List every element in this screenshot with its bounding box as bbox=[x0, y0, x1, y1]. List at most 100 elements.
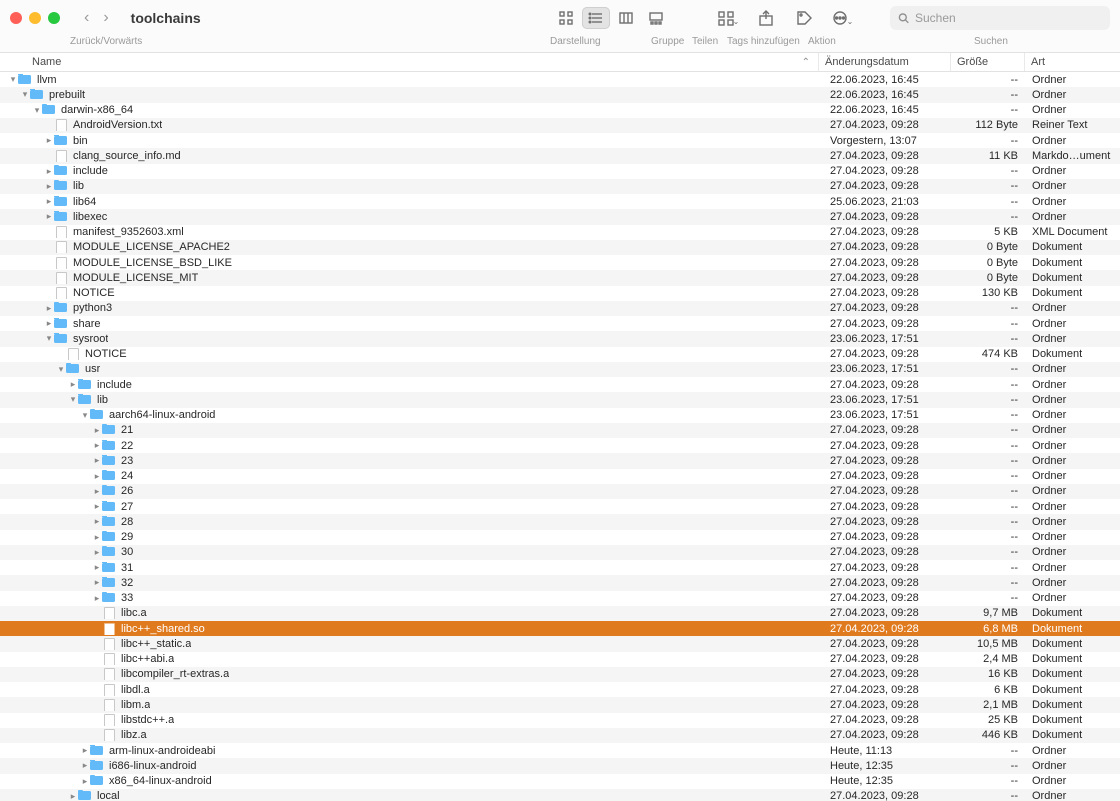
file-row[interactable]: ▸2827.04.2023, 09:28--Ordner bbox=[0, 514, 1120, 529]
file-row[interactable]: ▸share27.04.2023, 09:28--Ordner bbox=[0, 316, 1120, 331]
file-row[interactable]: NOTICE27.04.2023, 09:28474 KBDokument bbox=[0, 347, 1120, 362]
disclose-down-icon[interactable]: ▾ bbox=[80, 410, 90, 421]
disclose-right-icon[interactable]: ▸ bbox=[80, 776, 90, 787]
file-row[interactable]: ▸2327.04.2023, 09:28--Ordner bbox=[0, 453, 1120, 468]
file-row[interactable]: MODULE_LICENSE_MIT27.04.2023, 09:280 Byt… bbox=[0, 270, 1120, 285]
disclose-right-icon[interactable]: ▸ bbox=[44, 166, 54, 177]
file-row[interactable]: ▸2627.04.2023, 09:28--Ordner bbox=[0, 484, 1120, 499]
file-row[interactable]: ▸2127.04.2023, 09:28--Ordner bbox=[0, 423, 1120, 438]
file-row[interactable]: ▸3027.04.2023, 09:28--Ordner bbox=[0, 545, 1120, 560]
file-row[interactable]: libstdc++.a27.04.2023, 09:2825 KBDokumen… bbox=[0, 713, 1120, 728]
file-row[interactable]: ▸binVorgestern, 13:07--Ordner bbox=[0, 133, 1120, 148]
disclose-right-icon[interactable]: ▸ bbox=[92, 593, 102, 604]
disclose-right-icon[interactable]: ▸ bbox=[92, 486, 102, 497]
disclose-right-icon[interactable]: ▸ bbox=[92, 532, 102, 543]
disclose-right-icon[interactable]: ▸ bbox=[80, 760, 90, 771]
disclose-right-icon[interactable]: ▸ bbox=[44, 303, 54, 314]
disclose-down-icon[interactable]: ▾ bbox=[56, 364, 66, 375]
file-row[interactable]: libz.a27.04.2023, 09:28446 KBDokument bbox=[0, 728, 1120, 743]
file-row[interactable]: ▾usr23.06.2023, 17:51--Ordner bbox=[0, 362, 1120, 377]
disclose-right-icon[interactable]: ▸ bbox=[92, 562, 102, 573]
file-row[interactable]: libm.a27.04.2023, 09:282,1 MBDokument bbox=[0, 697, 1120, 712]
file-row[interactable]: ▸2727.04.2023, 09:28--Ordner bbox=[0, 499, 1120, 514]
file-row[interactable]: clang_source_info.md27.04.2023, 09:2811 … bbox=[0, 148, 1120, 163]
file-row[interactable]: ▸2927.04.2023, 09:28--Ordner bbox=[0, 530, 1120, 545]
disclose-right-icon[interactable]: ▸ bbox=[92, 547, 102, 558]
disclose-right-icon[interactable]: ▸ bbox=[68, 379, 78, 390]
disclose-right-icon[interactable]: ▸ bbox=[44, 211, 54, 222]
disclose-right-icon[interactable]: ▸ bbox=[92, 516, 102, 527]
file-row[interactable]: ▾darwin-x86_6422.06.2023, 16:45--Ordner bbox=[0, 103, 1120, 118]
file-row[interactable]: AndroidVersion.txt27.04.2023, 09:28112 B… bbox=[0, 118, 1120, 133]
disclose-down-icon[interactable]: ▾ bbox=[68, 394, 78, 405]
file-row[interactable]: ▸x86_64-linux-androidHeute, 12:35--Ordne… bbox=[0, 774, 1120, 789]
disclose-right-icon[interactable]: ▸ bbox=[92, 577, 102, 588]
file-row[interactable]: ▸2427.04.2023, 09:28--Ordner bbox=[0, 469, 1120, 484]
file-row[interactable]: libdl.a27.04.2023, 09:286 KBDokument bbox=[0, 682, 1120, 697]
file-row[interactable]: ▸libexec27.04.2023, 09:28--Ordner bbox=[0, 209, 1120, 224]
column-view-button[interactable] bbox=[612, 7, 640, 29]
nav-back-forward[interactable]: ‹ › bbox=[84, 10, 109, 26]
search-box[interactable] bbox=[890, 6, 1110, 30]
chevron-right-icon[interactable]: › bbox=[103, 10, 108, 26]
file-row[interactable]: ▸python327.04.2023, 09:28--Ordner bbox=[0, 301, 1120, 316]
column-header-date[interactable]: Änderungsdatum bbox=[818, 53, 950, 71]
file-row[interactable]: ▸3227.04.2023, 09:28--Ordner bbox=[0, 575, 1120, 590]
file-row[interactable]: ▾aarch64-linux-android23.06.2023, 17:51-… bbox=[0, 408, 1120, 423]
file-row[interactable]: ▾llvm22.06.2023, 16:45--Ordner bbox=[0, 72, 1120, 87]
file-row[interactable]: ▸arm-linux-androideabiHeute, 11:13--Ordn… bbox=[0, 743, 1120, 758]
file-list[interactable]: ▾llvm22.06.2023, 16:45--Ordner▾prebuilt2… bbox=[0, 72, 1120, 801]
column-header-size[interactable]: Größe bbox=[950, 53, 1024, 71]
file-row[interactable]: ▾sysroot23.06.2023, 17:51--Ordner bbox=[0, 331, 1120, 346]
disclose-right-icon[interactable]: ▸ bbox=[92, 425, 102, 436]
file-row[interactable]: libc++_static.a27.04.2023, 09:2810,5 MBD… bbox=[0, 636, 1120, 651]
action-button[interactable]: ⌄ bbox=[826, 9, 858, 27]
file-row[interactable]: ▸3127.04.2023, 09:28--Ordner bbox=[0, 560, 1120, 575]
file-row[interactable]: ▸local27.04.2023, 09:28--Ordner bbox=[0, 789, 1120, 801]
file-row[interactable]: ▾lib23.06.2023, 17:51--Ordner bbox=[0, 392, 1120, 407]
disclose-right-icon[interactable]: ▸ bbox=[92, 440, 102, 451]
file-row[interactable]: ▸lib6425.06.2023, 21:03--Ordner bbox=[0, 194, 1120, 209]
file-row[interactable]: MODULE_LICENSE_BSD_LIKE27.04.2023, 09:28… bbox=[0, 255, 1120, 270]
file-row[interactable]: libcompiler_rt-extras.a27.04.2023, 09:28… bbox=[0, 667, 1120, 682]
disclose-right-icon[interactable]: ▸ bbox=[80, 745, 90, 756]
disclose-right-icon[interactable]: ▸ bbox=[92, 455, 102, 466]
file-row[interactable]: libc.a27.04.2023, 09:289,7 MBDokument bbox=[0, 606, 1120, 621]
disclose-down-icon[interactable]: ▾ bbox=[44, 333, 54, 344]
minimize-window-button[interactable] bbox=[29, 12, 41, 24]
disclose-down-icon[interactable]: ▾ bbox=[8, 74, 18, 85]
disclose-right-icon[interactable]: ▸ bbox=[68, 791, 78, 801]
file-row[interactable]: ▸3327.04.2023, 09:28--Ordner bbox=[0, 591, 1120, 606]
share-button[interactable] bbox=[750, 9, 782, 27]
chevron-left-icon[interactable]: ‹ bbox=[84, 10, 89, 26]
file-row[interactable]: manifest_9352603.xml27.04.2023, 09:285 K… bbox=[0, 225, 1120, 240]
disclose-down-icon[interactable]: ▾ bbox=[20, 89, 30, 100]
tag-button[interactable] bbox=[788, 9, 820, 27]
gallery-view-button[interactable] bbox=[642, 7, 670, 29]
disclose-down-icon[interactable]: ▾ bbox=[32, 105, 42, 116]
file-row[interactable]: libc++abi.a27.04.2023, 09:282,4 MBDokume… bbox=[0, 652, 1120, 667]
file-row[interactable]: ▾prebuilt22.06.2023, 16:45--Ordner bbox=[0, 87, 1120, 102]
close-window-button[interactable] bbox=[10, 12, 22, 24]
disclose-right-icon[interactable]: ▸ bbox=[92, 471, 102, 482]
file-row[interactable]: ▸lib27.04.2023, 09:28--Ordner bbox=[0, 179, 1120, 194]
file-row[interactable]: MODULE_LICENSE_APACHE227.04.2023, 09:280… bbox=[0, 240, 1120, 255]
disclose-right-icon[interactable]: ▸ bbox=[92, 501, 102, 512]
file-row[interactable]: ▸2227.04.2023, 09:28--Ordner bbox=[0, 438, 1120, 453]
column-header-name[interactable]: Name bbox=[0, 56, 802, 68]
fullscreen-window-button[interactable] bbox=[48, 12, 60, 24]
file-row[interactable]: NOTICE27.04.2023, 09:28130 KBDokument bbox=[0, 286, 1120, 301]
disclose-right-icon[interactable]: ▸ bbox=[44, 181, 54, 192]
disclose-right-icon[interactable]: ▸ bbox=[44, 318, 54, 329]
disclose-right-icon[interactable]: ▸ bbox=[44, 135, 54, 146]
file-row[interactable]: libc++_shared.so27.04.2023, 09:286,8 MBD… bbox=[0, 621, 1120, 636]
group-by-button[interactable]: ⌄ bbox=[712, 9, 744, 27]
file-row[interactable]: ▸include27.04.2023, 09:28--Ordner bbox=[0, 377, 1120, 392]
disclose-right-icon[interactable]: ▸ bbox=[44, 196, 54, 207]
column-header-kind[interactable]: Art bbox=[1024, 53, 1120, 71]
icon-view-button[interactable] bbox=[552, 7, 580, 29]
file-row[interactable]: ▸include27.04.2023, 09:28--Ordner bbox=[0, 164, 1120, 179]
list-view-button[interactable] bbox=[582, 7, 610, 29]
file-row[interactable]: ▸i686-linux-androidHeute, 12:35--Ordner bbox=[0, 758, 1120, 773]
search-input[interactable] bbox=[915, 11, 1102, 25]
